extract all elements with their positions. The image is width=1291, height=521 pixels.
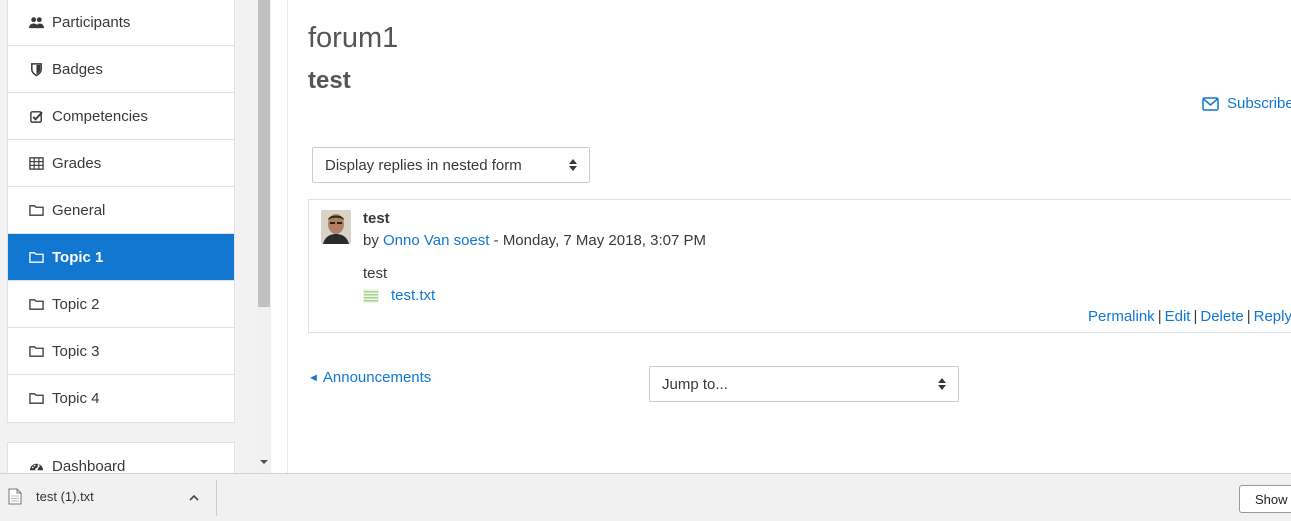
byline-prefix: by <box>363 232 384 249</box>
attachment-name: test.txt <box>391 287 436 304</box>
post-subject: test <box>363 210 390 227</box>
sidebar-item-topic-3[interactable]: Topic 3 <box>8 328 234 375</box>
download-file-name: test (1).txt <box>36 489 94 504</box>
users-icon <box>28 14 44 30</box>
command-separator: | <box>1157 308 1162 325</box>
download-item[interactable]: test (1).txt <box>8 488 94 505</box>
delete-link[interactable]: Delete <box>1200 308 1243 325</box>
download-bar: test (1).txt Show all <box>0 473 1291 521</box>
sidebar-item-label: Badges <box>52 60 103 78</box>
display-mode-select[interactable]: Display replies in nested form <box>312 147 590 183</box>
sidebar-item-label: Topic 4 <box>52 390 100 407</box>
command-separator: | <box>1193 308 1198 325</box>
sidebar-item-grades[interactable]: Grades <box>8 140 234 187</box>
subscribe-label: Subscribe <box>1227 95 1291 112</box>
sidebar-item-dashboard[interactable]: Dashboard <box>8 443 234 473</box>
sidebar-item-topic-2[interactable]: Topic 2 <box>8 281 234 328</box>
course-nav: Participants Badges Competencies Grades … <box>7 0 235 423</box>
sidebar-item-label: Topic 1 <box>52 248 104 266</box>
sidebar: Participants Badges Competencies Grades … <box>0 0 257 473</box>
sidebar-item-topic-1[interactable]: Topic 1 <box>8 234 234 281</box>
left-arrow-icon: ◄ <box>308 371 319 384</box>
envelope-icon <box>1202 96 1219 111</box>
sidebar-item-label: Participants <box>52 13 131 31</box>
permalink-link[interactable]: Permalink <box>1088 308 1155 325</box>
sidebar-item-label: Topic 2 <box>52 295 100 313</box>
folder-icon <box>28 391 44 407</box>
dashboard-icon <box>28 458 44 473</box>
sidebar-item-badges[interactable]: Badges <box>8 46 234 93</box>
scroll-down-arrow-icon[interactable] <box>260 460 268 464</box>
sidebar-item-general[interactable]: General <box>8 187 234 234</box>
post-date: - Monday, 7 May 2018, 3:07 PM <box>489 232 706 249</box>
display-mode-value: Display replies in nested form <box>325 156 522 174</box>
show-all-button[interactable]: Show all <box>1239 485 1291 513</box>
sidebar-item-label: General <box>52 201 106 219</box>
divider <box>287 0 288 473</box>
site-nav: Dashboard <box>7 442 235 473</box>
command-separator: | <box>1246 308 1251 325</box>
subscribe-link[interactable]: Subscribe <box>1202 95 1291 112</box>
select-caret-icon <box>938 378 946 390</box>
edit-link[interactable]: Edit <box>1165 308 1191 325</box>
download-bar-divider <box>216 480 217 516</box>
table-icon <box>28 155 44 171</box>
page-title: forum1 <box>308 22 399 54</box>
document-icon <box>8 488 22 505</box>
author-link[interactable]: Onno Van soest <box>383 232 489 249</box>
discussion-title: test <box>308 67 351 94</box>
folder-icon <box>28 296 44 312</box>
attachment-link[interactable]: test.txt <box>363 287 435 304</box>
text-file-icon <box>363 288 379 303</box>
check-square-icon <box>28 108 44 124</box>
post-byline: by Onno Van soest - Monday, 7 May 2018, … <box>363 232 706 249</box>
sidebar-item-label: Grades <box>52 154 102 172</box>
forum-post: test by Onno Van soest - Monday, 7 May 2… <box>308 199 1291 333</box>
shield-icon <box>28 61 44 77</box>
sidebar-item-label: Dashboard <box>52 457 126 474</box>
avatar[interactable] <box>321 210 351 244</box>
jump-to-value: Jump to... <box>662 375 728 393</box>
sidebar-item-participants[interactable]: Participants <box>8 0 234 46</box>
sidebar-item-label: Topic 3 <box>52 342 100 360</box>
sidebar-scrollbar[interactable] <box>257 0 271 473</box>
chevron-up-icon[interactable] <box>188 492 200 504</box>
jump-to-select[interactable]: Jump to... <box>649 366 959 402</box>
sidebar-item-competencies[interactable]: Competencies <box>8 93 234 140</box>
sidebar-item-topic-4[interactable]: Topic 4 <box>8 375 234 422</box>
folder-icon <box>28 249 44 265</box>
post-commands: Permalink | Edit | Delete | Reply <box>1088 308 1291 325</box>
post-message: test <box>363 265 388 282</box>
folder-icon <box>28 202 44 218</box>
scrollbar-thumb[interactable] <box>258 0 270 307</box>
prev-activity-label: Announcements <box>322 369 432 386</box>
prev-activity-link[interactable]: ◄ Announcements <box>308 369 431 386</box>
folder-icon <box>28 343 44 359</box>
sidebar-item-label: Competencies <box>52 107 148 125</box>
reply-link[interactable]: Reply <box>1254 308 1291 325</box>
select-caret-icon <box>569 159 577 171</box>
main-content: forum1 test Subscribe Display replies in… <box>308 0 1291 473</box>
